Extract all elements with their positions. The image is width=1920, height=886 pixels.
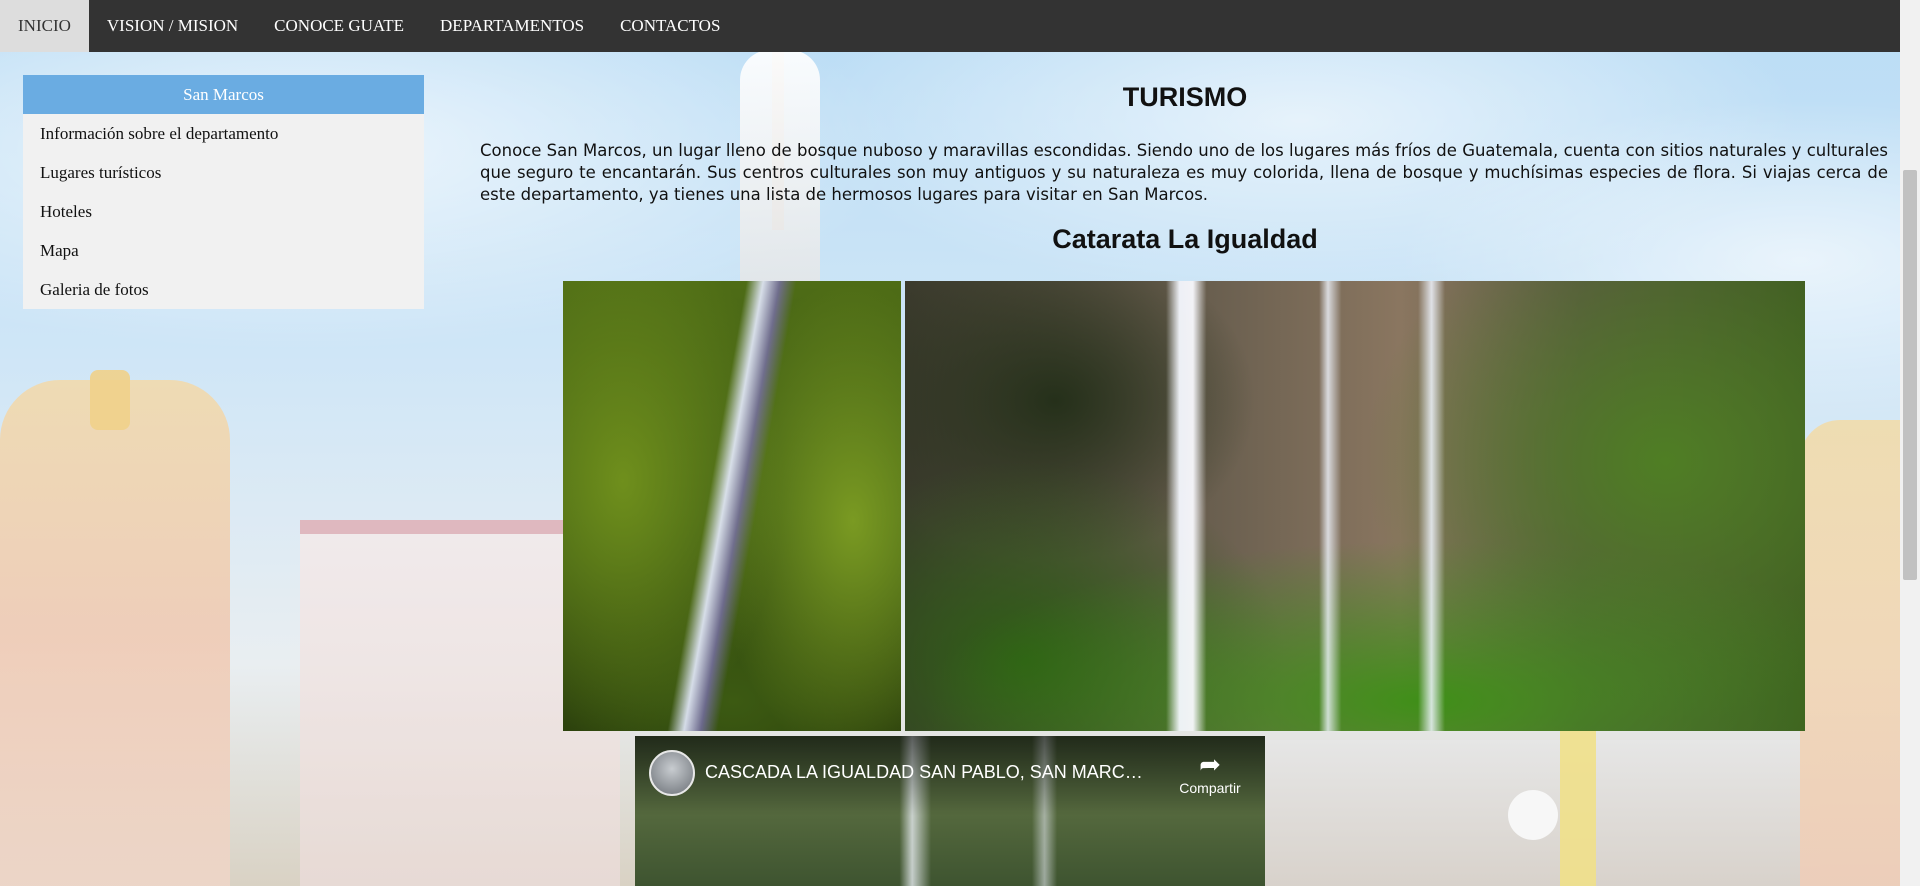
waterfall-photo-wide — [905, 281, 1805, 731]
channel-avatar[interactable] — [649, 750, 695, 796]
sidebar-menu: San Marcos Información sobre el departam… — [23, 75, 424, 309]
background-pillar-left — [0, 380, 230, 886]
background-post — [1560, 730, 1596, 886]
background-pillar-top — [90, 370, 130, 430]
waterfall-photo-vertical — [563, 281, 901, 731]
nav-item-contactos[interactable]: CONTACTOS — [602, 0, 738, 52]
intro-paragraph: Conoce San Marcos, un lugar lleno de bos… — [480, 141, 1888, 204]
sidebar-item-lugares-turisticos[interactable]: Lugares turísticos — [23, 153, 424, 192]
sidebar-header: San Marcos — [23, 75, 424, 114]
page-title: TURISMO — [1122, 82, 1248, 112]
share-label: Compartir — [1179, 780, 1241, 796]
background-lamp — [1508, 790, 1558, 840]
sidebar-item-informacion[interactable]: Información sobre el departamento — [23, 114, 424, 153]
scrollbar-thumb[interactable] — [1903, 170, 1917, 580]
section-subtitle: Catarata La Igualdad — [1052, 224, 1318, 254]
nav-item-vision-mision[interactable]: VISION / MISION — [89, 0, 256, 52]
top-navigation: INICIO VISION / MISION CONOCE GUATE DEPA… — [0, 0, 1920, 52]
nav-item-inicio[interactable]: INICIO — [0, 0, 89, 52]
sidebar-item-hoteles[interactable]: Hoteles — [23, 192, 424, 231]
share-arrow-icon: ➦ — [1199, 750, 1221, 780]
sidebar-item-mapa[interactable]: Mapa — [23, 231, 424, 270]
video-title[interactable]: CASCADA LA IGUALDAD SAN PABLO, SAN MARCO… — [705, 762, 1145, 783]
share-button[interactable]: ➦ Compartir — [1165, 750, 1255, 796]
nav-item-departamentos[interactable]: DEPARTAMENTOS — [422, 0, 602, 52]
sidebar-item-galeria[interactable]: Galeria de fotos — [23, 270, 424, 309]
youtube-video-embed[interactable]: CASCADA LA IGUALDAD SAN PABLO, SAN MARCO… — [635, 736, 1265, 886]
nav-item-conoce-guate[interactable]: CONOCE GUATE — [256, 0, 422, 52]
page-scrollbar[interactable] — [1900, 0, 1920, 886]
